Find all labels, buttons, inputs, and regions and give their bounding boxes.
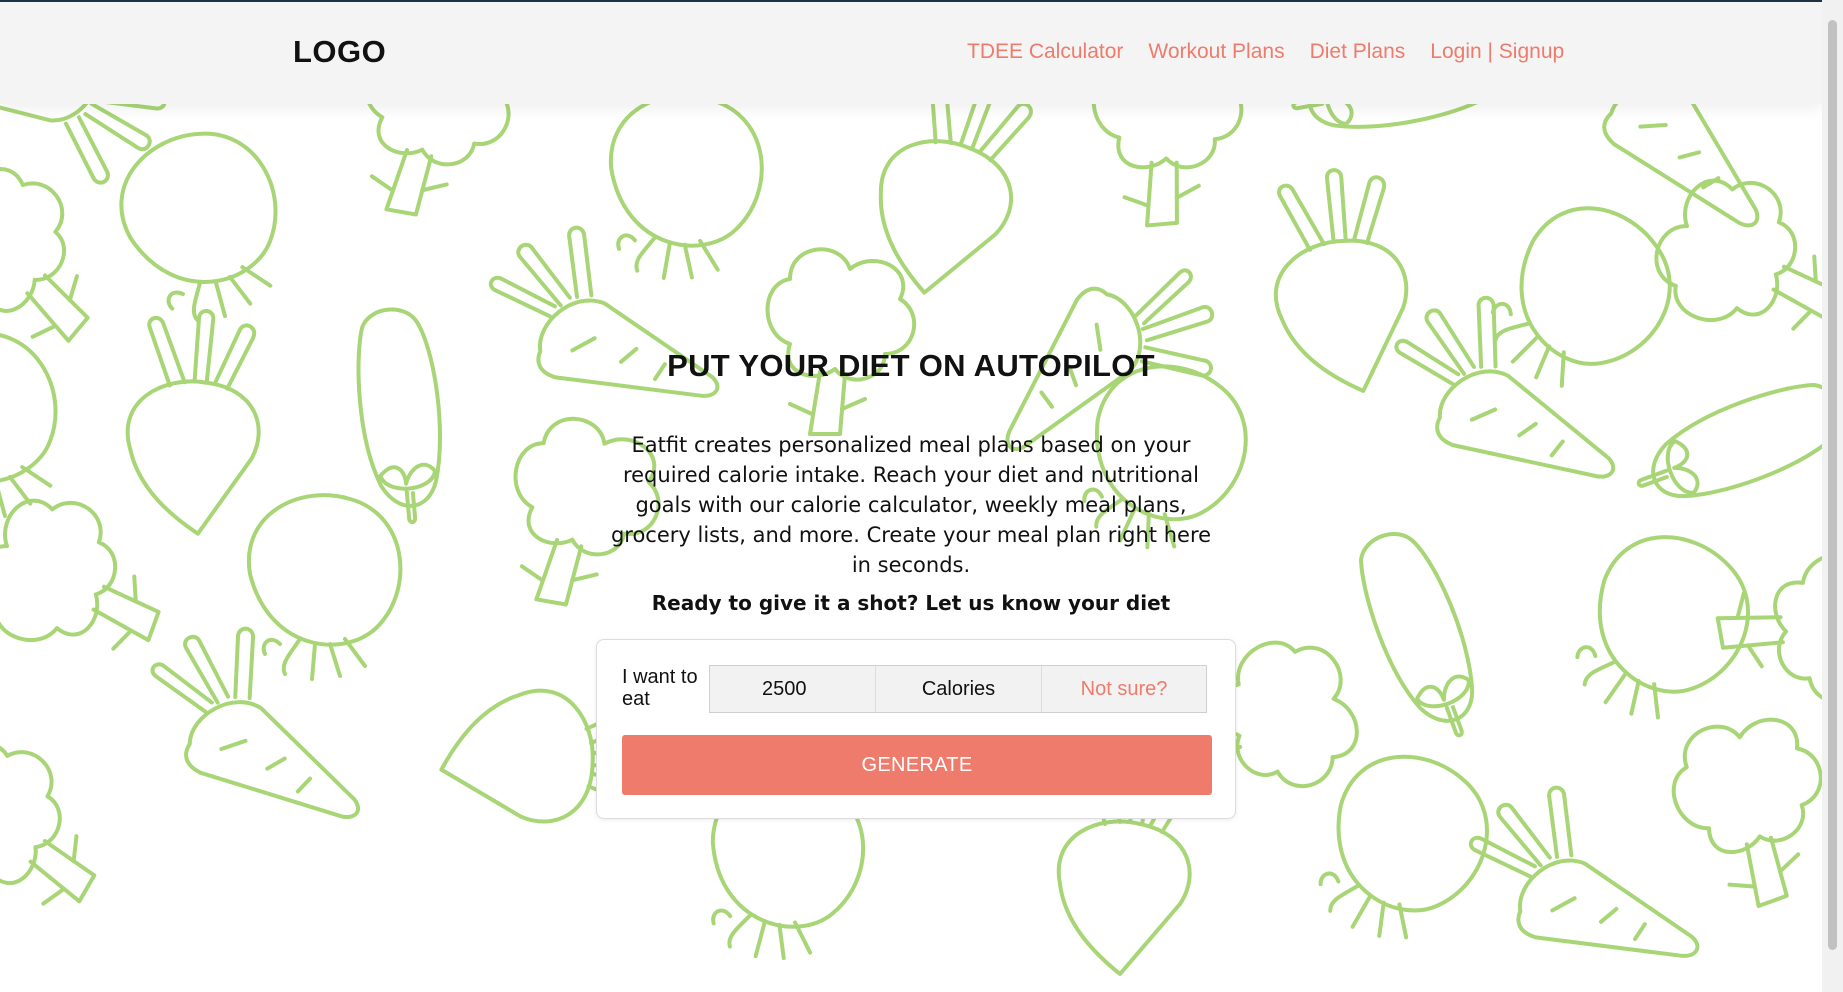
- nav-login-signup[interactable]: Login | Signup: [1430, 40, 1564, 64]
- tomato-icon: [1293, 731, 1513, 967]
- broccoli-icon: [1653, 694, 1822, 923]
- broccoli-icon: [1708, 542, 1822, 723]
- eggplant-icon: [350, 303, 451, 528]
- eggplant-icon: [1345, 519, 1496, 752]
- eggplant-icon: [1622, 369, 1822, 520]
- broccoli-icon: [0, 477, 186, 683]
- generate-button[interactable]: GENERATE: [622, 735, 1212, 795]
- tomato-icon: [598, 104, 770, 288]
- calorie-label: I want to eat: [622, 666, 698, 710]
- calorie-input-group: Calories Not sure?: [709, 665, 1207, 713]
- hero-cta-text: Ready to give it a shot? Let us know you…: [651, 591, 1171, 615]
- tomato-icon: [1548, 509, 1777, 749]
- beet-icon: [862, 104, 1038, 308]
- tomato-icon: [246, 493, 403, 681]
- carrot-icon: [1376, 273, 1619, 544]
- broccoli-icon: [1086, 104, 1253, 232]
- nav-workout-plans[interactable]: Workout Plans: [1148, 40, 1284, 64]
- broccoli-icon: [342, 104, 524, 230]
- broccoli-icon: [1638, 157, 1822, 363]
- site-header: LOGO TDEE Calculator Workout Plans Diet …: [0, 2, 1822, 104]
- broccoli-icon: [765, 247, 917, 436]
- broccoli-icon: [0, 716, 134, 941]
- site-logo[interactable]: LOGO: [293, 34, 386, 70]
- scrollbar-thumb[interactable]: [1828, 20, 1837, 950]
- not-sure-link[interactable]: Not sure?: [1042, 666, 1206, 712]
- calorie-input[interactable]: [710, 666, 876, 712]
- eggplant-icon: [1284, 104, 1513, 144]
- hero-description: Eatfit creates personalized meal plans b…: [610, 433, 1212, 577]
- hero-title: PUT YOUR DIET ON AUTOPILOT: [667, 348, 1155, 383]
- nav-diet-plans[interactable]: Diet Plans: [1310, 40, 1406, 64]
- page-scrollbar[interactable]: [1822, 0, 1843, 992]
- carrot-icon: [1450, 764, 1704, 992]
- calorie-unit: Calories: [876, 666, 1042, 712]
- broccoli-icon: [0, 140, 138, 376]
- nav-tdee-calculator[interactable]: TDEE Calculator: [967, 40, 1123, 64]
- beet-icon: [115, 304, 274, 541]
- diet-form-card: I want to eat Calories Not sure? GENERAT…: [596, 639, 1236, 819]
- main-nav: TDEE Calculator Workout Plans Diet Plans…: [967, 40, 1564, 64]
